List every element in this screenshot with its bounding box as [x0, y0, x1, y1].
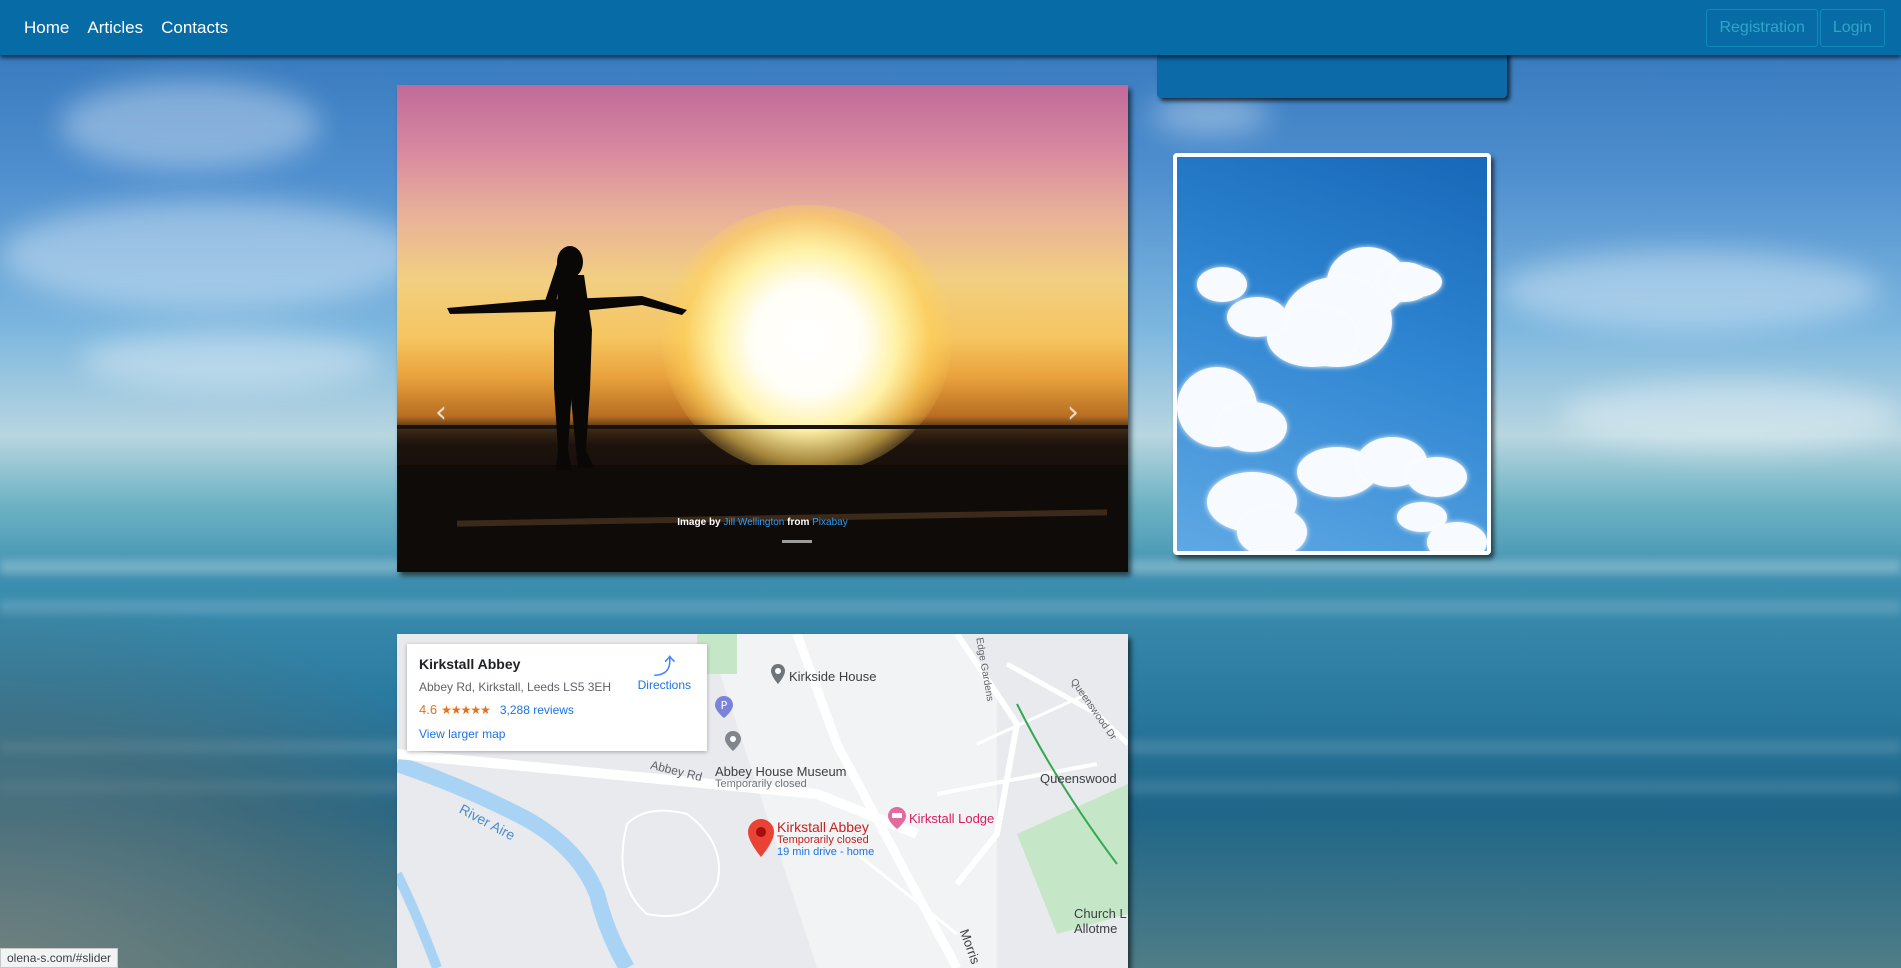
- caption-author-link[interactable]: Jill Wellington: [723, 517, 784, 528]
- login-button[interactable]: Login: [1819, 8, 1885, 47]
- auth-buttons: Registration Login: [1706, 8, 1885, 47]
- map-pin-icon: [771, 664, 785, 684]
- star-rating-icon: ★★★★★: [441, 702, 491, 717]
- map-label-kirkstall-abbey[interactable]: Kirkstall Abbey: [777, 819, 869, 835]
- map-label-kirkstall-abbey-status: Temporarily closed: [777, 834, 869, 846]
- sky-photo-card: [1173, 153, 1491, 555]
- museum-icon: [725, 731, 741, 751]
- image-slider: ‹ › Image by Jill Wellington from Pixaba…: [397, 85, 1128, 572]
- caption-source-link[interactable]: Pixabay: [812, 517, 848, 528]
- lodge-icon: [888, 807, 906, 829]
- slider-indicator[interactable]: [782, 540, 812, 543]
- location-pin-icon: [748, 819, 774, 857]
- map-label-abbey-house-museum[interactable]: Abbey House Museum: [715, 764, 847, 779]
- chevron-left-icon[interactable]: ‹: [435, 395, 447, 430]
- map-label-drive-time: 19 min drive - home: [777, 846, 875, 858]
- place-info-card: Kirkstall Abbey Abbey Rd, Kirkstall, Lee…: [407, 644, 707, 751]
- map-label-kirkside-house[interactable]: Kirkside House: [789, 669, 876, 684]
- reviews-link[interactable]: 3,288 reviews: [500, 703, 574, 717]
- nav-home-link[interactable]: Home: [24, 18, 69, 38]
- top-navbar: Home Articles Contacts Registration Logi…: [0, 0, 1901, 55]
- map-label-abbey-house-status: Temporarily closed: [715, 778, 807, 790]
- map-label-church-l: Church L: [1074, 906, 1127, 921]
- view-larger-map-link[interactable]: View larger map: [419, 727, 695, 741]
- map-label-queenswood[interactable]: Queenswood: [1040, 771, 1117, 786]
- directions-button[interactable]: ⤴ Directions: [638, 654, 691, 693]
- map-label-kirkstall-lodge[interactable]: Kirkstall Lodge: [909, 811, 994, 826]
- status-bar-url: olena-s.com/#slider: [0, 948, 119, 968]
- nav-contacts-link[interactable]: Contacts: [161, 18, 228, 38]
- place-rating-row: 4.6 ★★★★★ 3,288 reviews: [419, 702, 695, 717]
- map-label-allotme: Allotme: [1074, 921, 1118, 936]
- parking-icon: P: [715, 696, 733, 718]
- nav-links: Home Articles Contacts: [24, 18, 246, 38]
- slider-caption: Image by Jill Wellington from Pixabay: [677, 517, 848, 528]
- sky-photo: [1177, 157, 1487, 551]
- svg-text:P: P: [721, 699, 728, 712]
- registration-button[interactable]: Registration: [1706, 8, 1818, 47]
- place-rating: 4.6: [419, 702, 438, 717]
- directions-icon: ⤴: [653, 654, 676, 679]
- embedded-map[interactable]: Kirkstall Abbey Abbey Rd, Kirkstall, Lee…: [397, 634, 1128, 968]
- nav-articles-link[interactable]: Articles: [87, 18, 143, 38]
- chevron-right-icon[interactable]: ›: [1067, 395, 1079, 430]
- slider-silhouette: [447, 246, 687, 470]
